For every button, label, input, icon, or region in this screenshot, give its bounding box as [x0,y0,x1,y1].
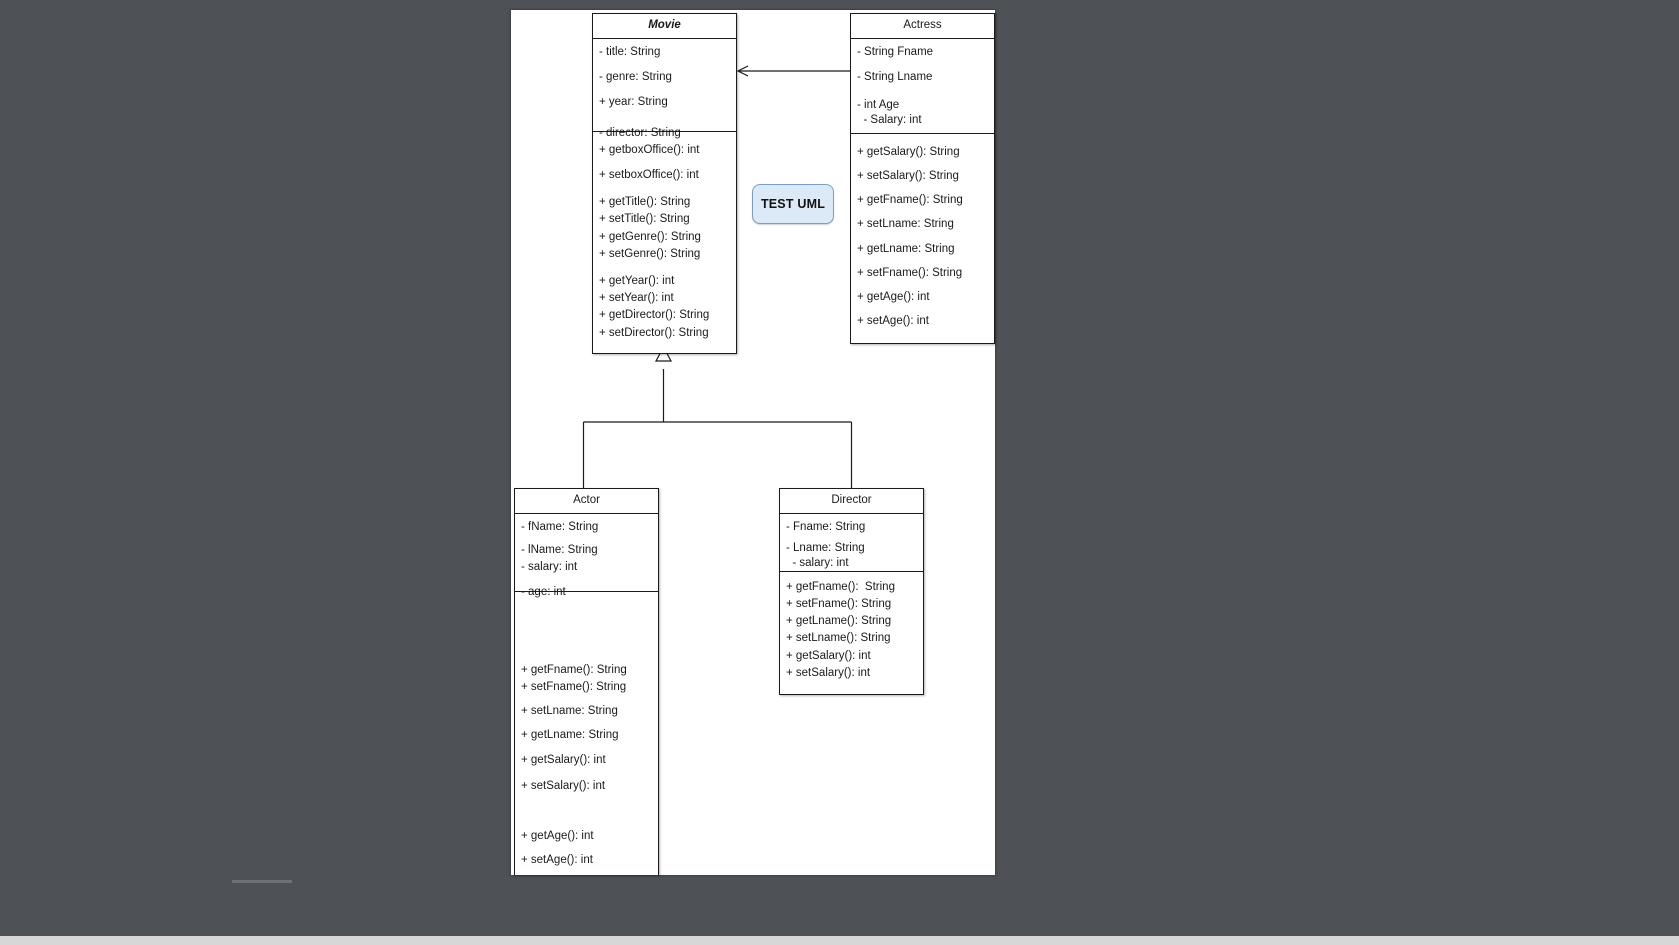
uml-attributes-movie: - title: String - genre: String + year: … [593,39,736,140]
uml-method-row: + setFname(): String [521,680,627,693]
uml-method-row: + setAge(): int [857,315,929,328]
uml-attribute-row: + year: String [599,96,668,109]
uml-method-row: + getSalary(): int [786,649,871,662]
uml-method-row: + setTitle(): String [599,213,690,226]
uml-method-row: + getLname: String [857,242,955,255]
uml-method-row: + setAge(): int [521,854,593,867]
uml-method-row: + getFname(): String [521,663,627,676]
uml-attribute-row: - title: String [599,45,661,58]
diagram-canvas[interactable]: 1 Movie - title: String - genre: String … [511,10,995,875]
uml-methods-actress: + getSalary(): String + setSalary(): Str… [851,132,994,333]
uml-methods-movie: + getboxOffice(): int + setboxOffice(): … [593,130,736,344]
uml-attribute-row: - salary: int [521,561,578,574]
uml-method-row: + setFname(): String [857,266,963,279]
uml-method-row: + setboxOffice(): int [599,168,699,181]
uml-method-row: + getAge(): int [521,829,594,842]
uml-class-title-director: Director [780,489,923,514]
uml-class-title-actor: Actor [515,489,658,514]
uml-method-row: + getTitle(): String [599,196,691,209]
screen: 1 Movie - title: String - genre: String … [0,0,1679,945]
uml-attribute-row: - Fname: String [786,520,866,533]
uml-attribute-row: - String Lname [857,70,933,83]
desktop-bottom-strip [0,936,1679,945]
uml-attributes-actor: - fName: String - lName: String - salary… [515,514,658,599]
uml-attributes-actress: - String Fname - String Lname - int Age … [851,39,994,133]
uml-class-title-movie: Movie [593,14,736,39]
uml-method-row: + getboxOffice(): int [599,143,700,156]
uml-class-movie[interactable]: Movie - title: String - genre: String + … [592,13,737,354]
uml-method-row: + getSalary(): String [857,145,960,158]
uml-class-director[interactable]: Director - Fname: String - Lname: String… [779,488,924,695]
uml-methods-actor: + getFname(): String + setFname(): Strin… [515,590,658,872]
uml-method-row: + setDirector(): String [599,326,709,339]
uml-attribute-row: - fName: String [521,520,599,533]
uml-method-row: + setSalary(): String [857,169,959,182]
uml-attribute-row: - salary: int [786,557,849,570]
uml-method-row: + setYear(): int [599,292,674,305]
uml-method-row: + getFname(): String [786,580,895,593]
uml-attribute-row: - Lname: String [786,541,865,554]
uml-method-row: + setFname(): String [786,597,892,610]
uml-methods-director: + getFname(): String + setFname(): Strin… [780,570,923,684]
uml-attribute-row: - Salary: int [857,114,922,127]
uml-method-row: + setLname(): String [786,632,891,645]
uml-method-row: + getAge(): int [857,290,930,303]
uml-method-row: + getFname(): String [857,194,963,207]
taskbar-indicator [232,880,292,883]
uml-attribute-row: - lName: String [521,543,598,556]
test-uml-button[interactable]: TEST UML [752,184,834,224]
uml-attribute-row: - String Fname [857,45,934,58]
uml-method-row: + getGenre(): String [599,230,701,243]
uml-class-title-actress: Actress [851,14,994,39]
uml-method-row: + getLname(): String [786,615,892,628]
uml-method-row: + getYear(): int [599,274,675,287]
uml-attribute-row: - int Age [857,99,900,112]
association-arrowhead [736,65,749,77]
uml-attribute-row: - genre: String [599,70,672,83]
uml-method-row: + getLname: String [521,729,619,742]
uml-class-actor[interactable]: Actor - fName: String - lName: String - … [514,488,659,875]
uml-method-row: + getDirector(): String [599,309,710,322]
uml-method-row: + setSalary(): int [786,666,871,679]
uml-method-row: + setLname: String [521,705,618,718]
uml-attributes-director: - Fname: String - Lname: String - salary… [780,514,923,571]
uml-method-row: + setGenre(): String [599,247,701,260]
uml-method-row: + getSalary(): int [521,753,606,766]
uml-method-row: + setSalary(): int [521,779,606,792]
uml-class-actress[interactable]: Actress - String Fname - String Lname - … [850,13,995,344]
uml-method-row: + setLname: String [857,218,954,231]
